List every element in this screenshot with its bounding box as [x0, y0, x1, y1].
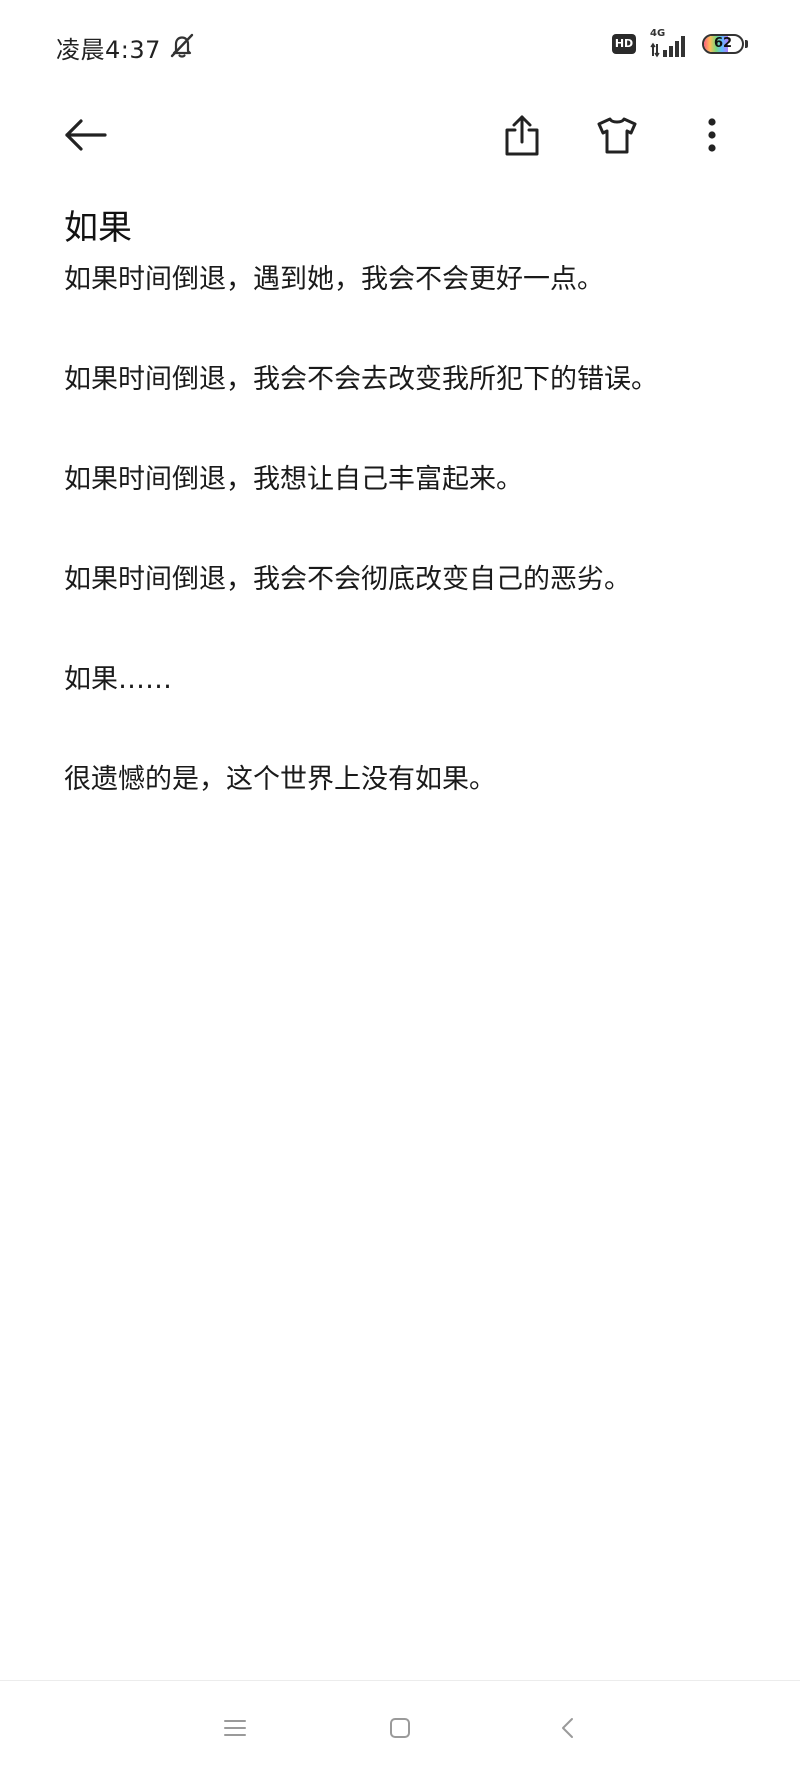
battery-level-text: 62 — [713, 36, 733, 51]
note-content[interactable]: 如果 如果时间倒退，遇到她，我会不会更好一点。 如果时间倒退，我会不会去改变我所… — [64, 200, 744, 862]
theme-button[interactable] — [587, 105, 647, 165]
note-paragraph[interactable]: 如果时间倒退，遇到她，我会不会更好一点。 — [64, 262, 744, 362]
arrow-left-icon — [65, 119, 107, 151]
share-button[interactable] — [492, 105, 552, 165]
battery-icon: 62 — [702, 34, 744, 54]
home-button[interactable] — [375, 1705, 425, 1751]
system-nav-bar — [0, 1681, 800, 1778]
recent-apps-button[interactable] — [210, 1705, 260, 1751]
menu-icon — [224, 1720, 246, 1736]
system-back-button[interactable] — [543, 1705, 593, 1751]
more-vertical-icon — [708, 118, 716, 152]
signal-strength-icon — [650, 36, 685, 58]
bell-muted-icon — [170, 33, 194, 58]
note-paragraph[interactable]: 如果时间倒退，我想让自己丰富起来。 — [64, 462, 744, 562]
note-paragraph[interactable]: 如果…… — [64, 662, 744, 762]
note-title[interactable]: 如果 — [64, 200, 744, 256]
back-button[interactable] — [55, 105, 115, 165]
square-home-icon — [390, 1718, 410, 1738]
more-options-button[interactable] — [682, 105, 742, 165]
note-paragraph[interactable]: 如果时间倒退，我会不会彻底改变自己的恶劣。 — [64, 562, 744, 662]
status-time: 凌晨4:37 — [56, 36, 161, 64]
status-bar: 凌晨4:37 HD 4G 62 — [0, 22, 800, 66]
tshirt-icon — [597, 117, 637, 154]
note-toolbar — [0, 100, 800, 172]
share-icon — [505, 115, 539, 156]
note-paragraph[interactable]: 如果时间倒退，我会不会去改变我所犯下的错误。 — [64, 362, 744, 462]
note-paragraph[interactable]: 很遗憾的是，这个世界上没有如果。 — [64, 762, 744, 862]
note-screen: 凌晨4:37 HD 4G 62 如果 如果时间倒退，遇到她，我会不会更好一点。 … — [0, 0, 800, 1778]
hd-badge: HD — [612, 34, 636, 54]
battery-tip — [745, 40, 748, 48]
chevron-left-icon — [562, 1718, 573, 1738]
